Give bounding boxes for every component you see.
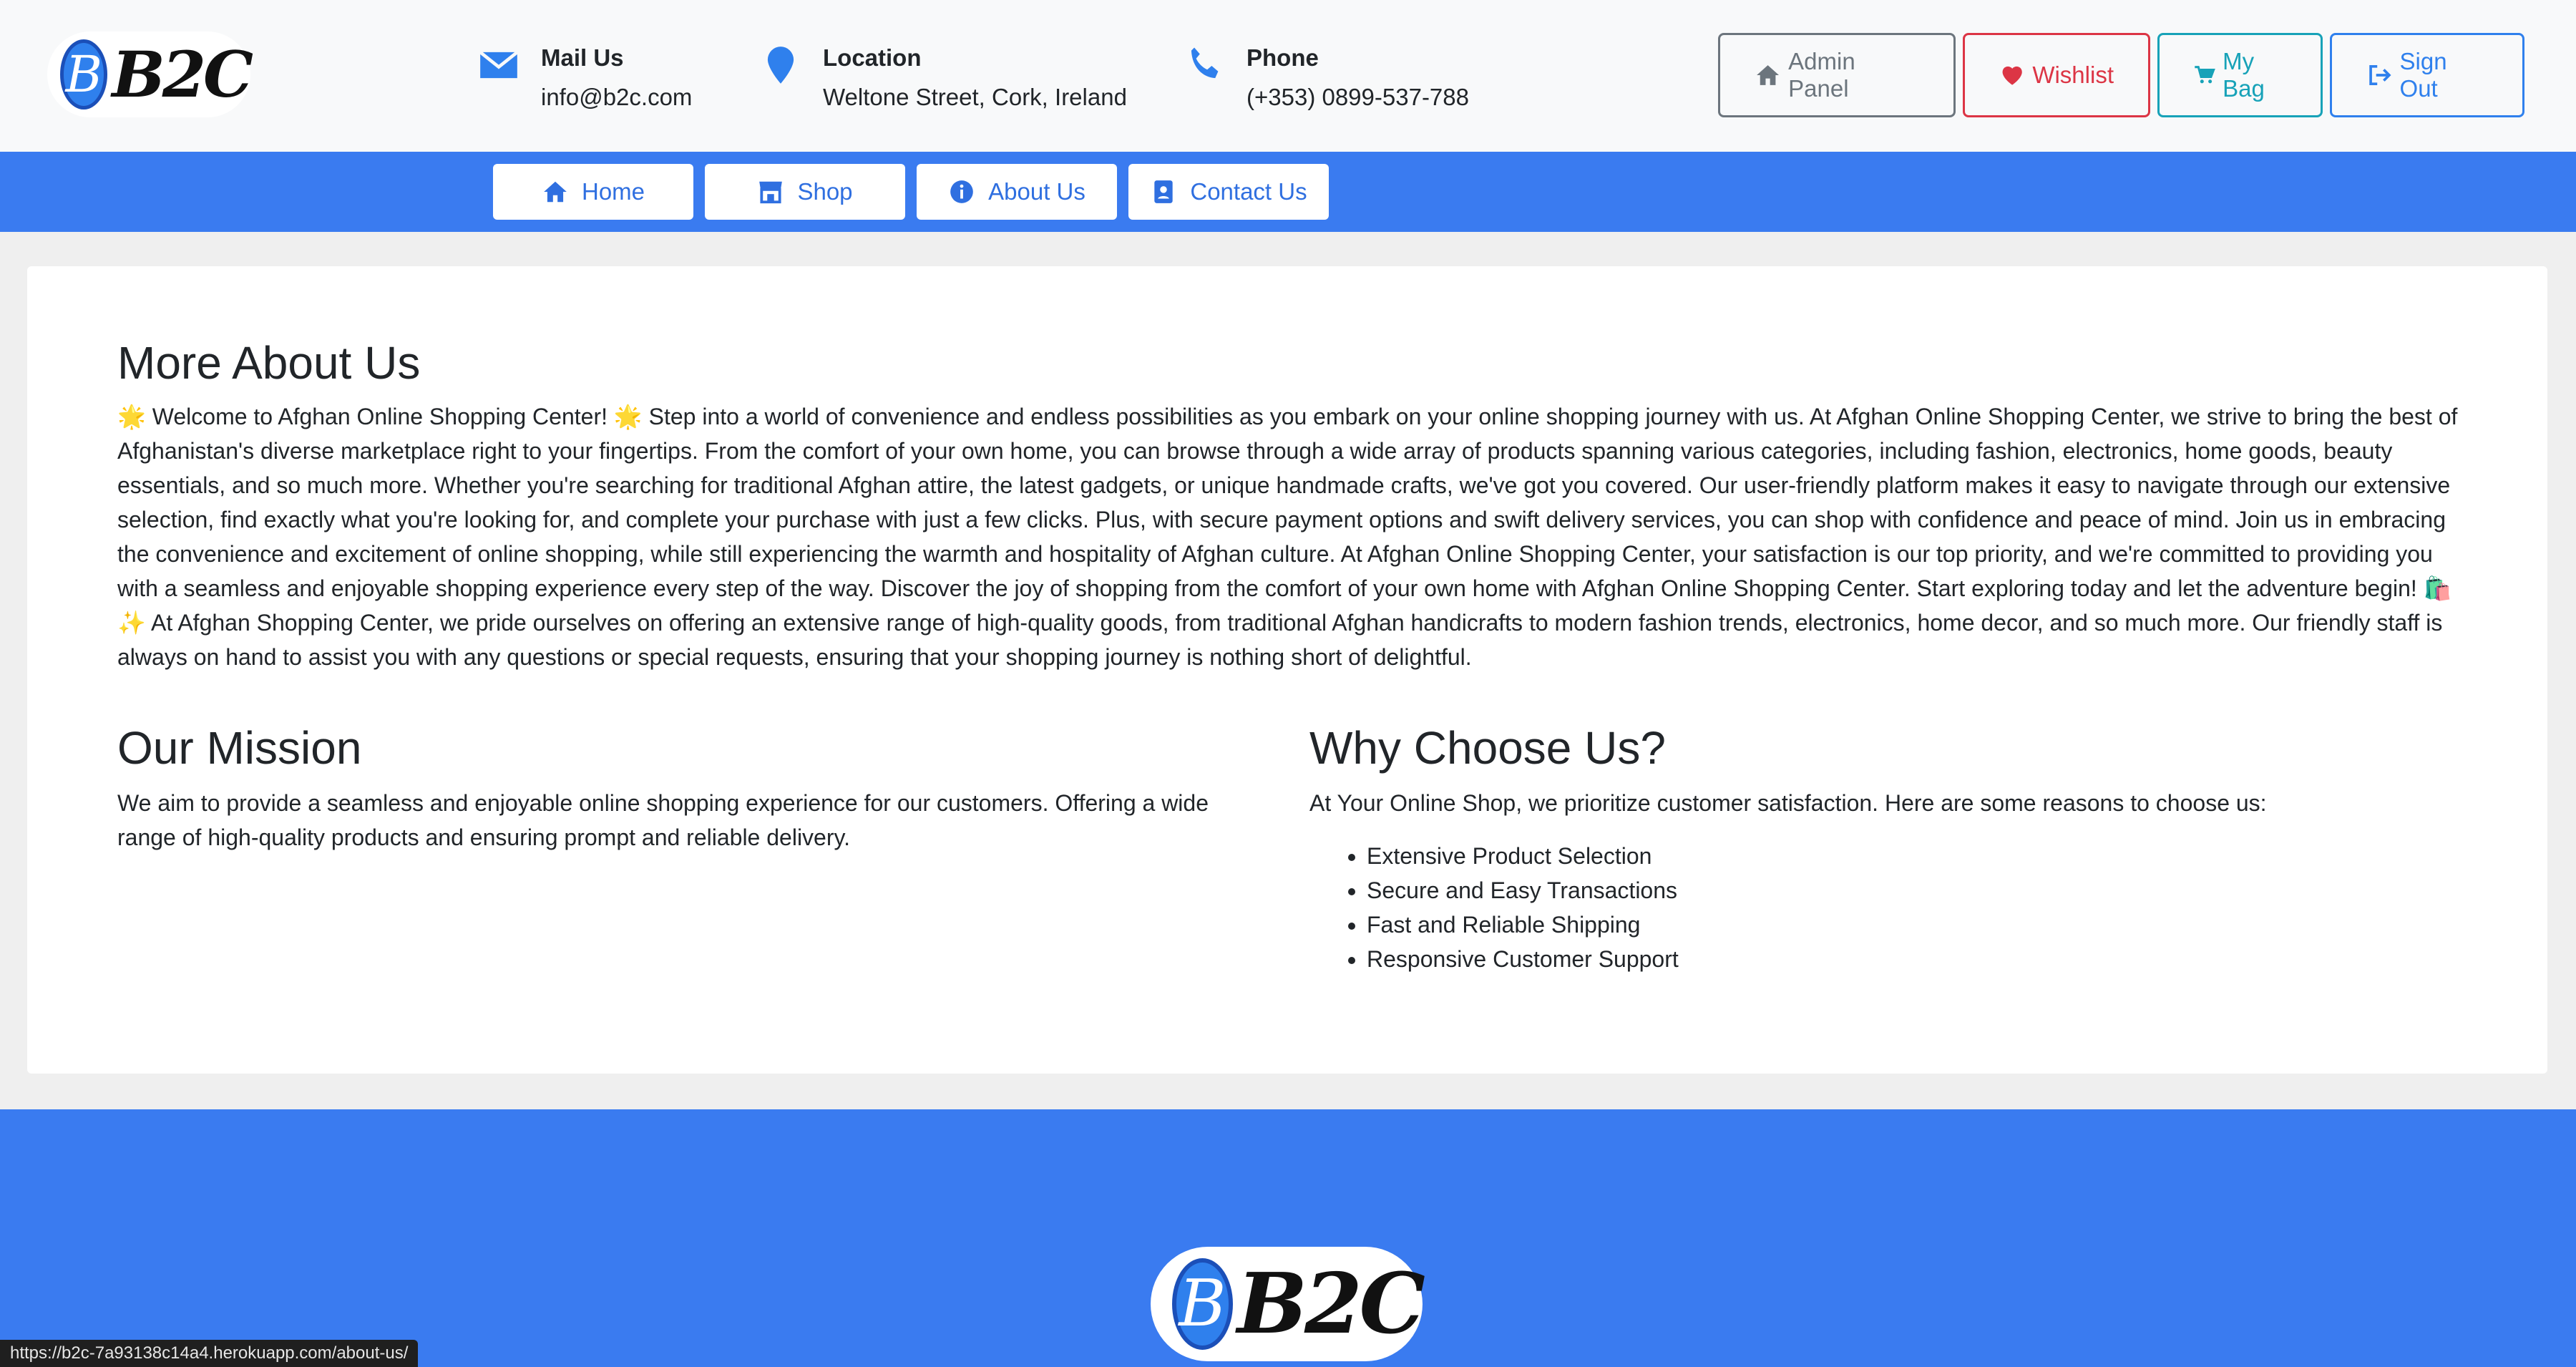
contact-phone: Phone (+353) 0899-537-788 <box>1182 40 1469 119</box>
wishlist-label: Wishlist <box>2032 62 2114 88</box>
heart-icon <box>2002 66 2022 85</box>
mission-body: We aim to provide a seamless and enjoyab… <box>117 790 1209 850</box>
location-value: Weltone Street, Cork, Ireland <box>823 84 1127 110</box>
footer-logo[interactable]: B B2C <box>1151 1247 1425 1361</box>
cart-icon <box>2195 66 2215 84</box>
nav-about-label: About Us <box>988 178 1085 205</box>
nav-contact[interactable]: Contact Us <box>1128 164 1329 220</box>
contact-location: Location Weltone Street, Cork, Ireland <box>758 40 1127 119</box>
sign-out-icon <box>2369 64 2391 86</box>
brand-logo[interactable]: B B2C <box>47 31 253 117</box>
location-pin-icon <box>767 47 794 84</box>
footer-logo-badge: B <box>1172 1258 1233 1350</box>
list-item: Extensive Product Selection <box>1367 839 1679 873</box>
info-icon <box>950 180 973 203</box>
footer: B B2C <box>0 1109 2576 1367</box>
phone-title: Phone <box>1246 44 1319 71</box>
logo-text: B2C <box>112 37 253 112</box>
nav-shop-label: Shop <box>797 178 853 205</box>
contact-mail: Mail Us info@b2c.com <box>477 40 692 119</box>
nav-shop[interactable]: Shop <box>705 164 905 220</box>
mail-value: info@b2c.com <box>541 84 693 110</box>
sign-out-label: Sign Out <box>2399 48 2447 102</box>
nav-contact-label: Contact Us <box>1190 178 1307 205</box>
admin-panel-button[interactable]: Admin Panel <box>1718 33 1956 117</box>
phone-value: (+353) 0899-537-788 <box>1246 84 1469 110</box>
about-card: More About Us 🌟 Welcome to Afghan Online… <box>27 266 2547 1074</box>
location-title: Location <box>823 44 922 71</box>
phone-icon <box>1191 47 1219 79</box>
header-actions: Admin Panel Wishlist My Bag Sign Out <box>1718 33 2524 117</box>
link-status-bar: https://b2c-7a93138c14a4.herokuapp.com/a… <box>0 1340 419 1367</box>
mission-title: Our Mission <box>117 722 362 774</box>
why-intro: At Your Online Shop, we prioritize custo… <box>1309 790 2267 816</box>
nav-home-label: Home <box>581 178 645 205</box>
why-title: Why Choose Us? <box>1309 722 1666 774</box>
home-icon <box>1757 65 1780 85</box>
admin-panel-label: Admin Panel <box>1788 48 1855 102</box>
home-icon <box>544 181 567 203</box>
about-body: 🌟 Welcome to Afghan Online Shopping Cent… <box>117 404 2458 670</box>
main-navbar: Home Shop About Us Contact Us <box>0 152 2576 232</box>
address-book-icon <box>1154 180 1174 203</box>
list-item: Responsive Customer Support <box>1367 942 1679 976</box>
list-item: Fast and Reliable Shipping <box>1367 908 1679 942</box>
mail-title: Mail Us <box>541 44 624 71</box>
about-title: More About Us <box>117 337 421 389</box>
why-list: Extensive Product Selection Secure and E… <box>1309 839 1679 976</box>
store-icon <box>759 181 783 204</box>
footer-logo-text: B2C <box>1236 1255 1425 1353</box>
list-item: Secure and Easy Transactions <box>1367 873 1679 908</box>
nav-about[interactable]: About Us <box>917 164 1117 220</box>
my-bag-label: My Bag <box>2223 48 2265 102</box>
mail-icon <box>479 51 519 79</box>
my-bag-button[interactable]: My Bag <box>2157 33 2323 117</box>
nav-home[interactable]: Home <box>493 164 693 220</box>
logo-badge: B <box>60 39 108 110</box>
top-header: B B2C Mail Us info@b2c.com Location Welt… <box>0 0 2576 152</box>
wishlist-button[interactable]: Wishlist <box>1963 33 2150 117</box>
sign-out-button[interactable]: Sign Out <box>2330 33 2524 117</box>
